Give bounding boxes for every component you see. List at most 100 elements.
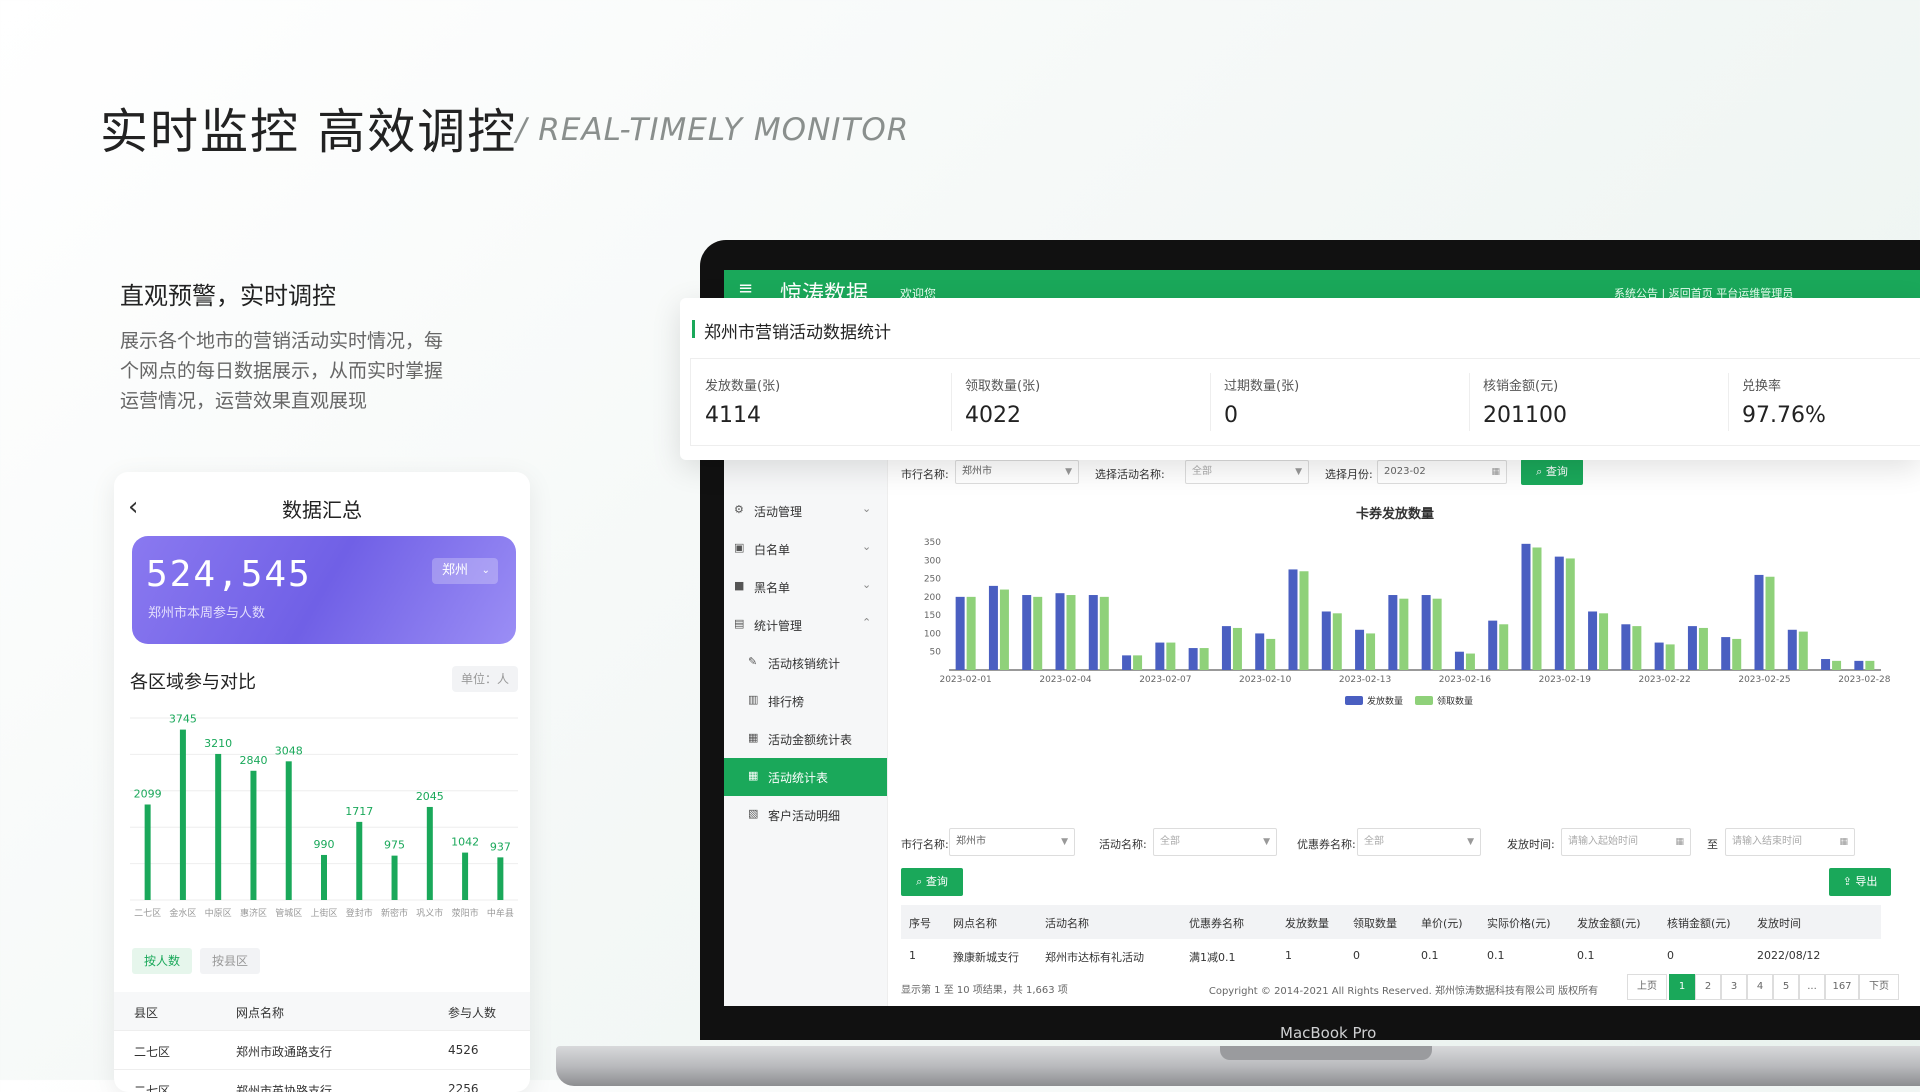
- doc-icon: ▤: [734, 617, 745, 630]
- sidebar-item-ranking[interactable]: ▥ 排行榜: [724, 682, 887, 720]
- x-tick-label: 2023-02-04: [1039, 675, 1092, 685]
- city-label: 市行名称:: [901, 468, 949, 481]
- query-button[interactable]: ⌕ 查询: [901, 868, 963, 896]
- x-tick-label: 荥阳市: [452, 907, 479, 919]
- sidebar-item-writeoff-stats[interactable]: ✎ 活动核销统计: [724, 644, 887, 682]
- sidebar-item-blacklist[interactable]: ■ 黑名单 ⌄: [724, 568, 887, 606]
- sidebar-item-label: 排行榜: [768, 695, 805, 709]
- table-header-cell: 县区: [134, 1006, 159, 1020]
- table-header-row: 县区 网点名称 参与人数: [114, 992, 530, 1031]
- stat-writeoff-amount: 核销金额(元) 201100: [1469, 359, 1728, 445]
- city-select[interactable]: 郑州 ⌄: [432, 558, 498, 584]
- bar: [1532, 547, 1542, 670]
- y-tick-label: 150: [924, 611, 941, 621]
- query-button[interactable]: ⌕ 查询: [1521, 459, 1583, 485]
- issued-coupons-chart: 卡券发放数量 350 300 250 200 150 100 50 2023-02-01 2023…: [924, 506, 1891, 707]
- sidebar-item-whitelist[interactable]: ▣ 白名单 ⌄: [724, 530, 887, 568]
- time-label: 发放时间:: [1507, 838, 1555, 851]
- tab-by-people[interactable]: 按人数: [132, 948, 193, 974]
- device-label: MacBook Pro: [1280, 1024, 1377, 1042]
- table-header-cell: 活动名称: [1045, 917, 1089, 930]
- month-picker-value: 2023-02: [1384, 466, 1426, 477]
- legend-label: 发放数量: [1367, 695, 1403, 707]
- table-header-cell: 参与人数: [448, 1006, 497, 1020]
- sidebar-item-label: 活动金额统计表: [768, 733, 853, 747]
- month-picker[interactable]: 2023-02 ▦: [1377, 460, 1507, 484]
- calendar-icon: ▦: [1491, 467, 1500, 477]
- sidebar-item-amount-stats[interactable]: ▦ 活动金额统计表: [724, 720, 887, 758]
- table-cell: 郑州市达标有礼活动: [1045, 951, 1144, 964]
- search-icon: ⌕: [916, 875, 926, 888]
- intro-line: 运营情况，运营效果直观展现: [120, 390, 368, 412]
- activity-select-value: 全部: [1160, 836, 1180, 847]
- stat-value: 4114: [705, 403, 761, 428]
- chart-title: 卡券发放数量: [1356, 506, 1434, 522]
- table-cell: 二七区: [134, 1045, 171, 1059]
- sidebar-item-label: 黑名单: [754, 581, 791, 595]
- table-row[interactable]: 二七区 郑州市英协路支行 2256: [114, 1070, 530, 1092]
- caret-down-icon: ▼: [1061, 837, 1068, 847]
- sidebar-item-activity[interactable]: ⚙ 活动管理 ⌄: [724, 492, 887, 530]
- table-cell: 0.1: [1421, 949, 1439, 962]
- sidebar-item-label: 统计管理: [754, 619, 803, 633]
- sidebar-item-label: 活动核销统计: [768, 657, 841, 671]
- table-row[interactable]: 二七区 郑州市政通路支行 4526: [114, 1031, 530, 1070]
- bar: [1255, 633, 1265, 670]
- activity-select[interactable]: 全部 ▼: [1185, 460, 1309, 484]
- data-label: 3210: [204, 737, 232, 750]
- legend-label: 领取数量: [1437, 695, 1473, 707]
- chevron-up-icon: ⌃: [862, 616, 872, 629]
- table-row[interactable]: 1 豫康新城支行 郑州市达标有礼活动 满1减0.1 1 0 0.1 0.1 0.…: [901, 939, 1881, 973]
- coupon-select[interactable]: 全部 ▼: [1357, 828, 1481, 856]
- y-tick-label: 200: [924, 593, 941, 603]
- stat-value: 201100: [1483, 403, 1567, 428]
- stat-value: 0: [1224, 403, 1238, 428]
- stat-label: 过期数量(张): [1224, 379, 1300, 394]
- bar: [1066, 595, 1076, 670]
- stats-box: 发放数量(张) 4114 领取数量(张) 4022 过期数量(张) 0 核销金额…: [690, 358, 1920, 446]
- bar: [426, 806, 433, 900]
- bar: [1698, 627, 1708, 670]
- city-select[interactable]: 郑州市 ▼: [949, 828, 1075, 856]
- chevron-down-icon: ⌄: [481, 565, 490, 576]
- city-select-value: 郑州市: [962, 466, 992, 477]
- bar: [1055, 593, 1065, 670]
- sidebar-item-activity-stats[interactable]: ▦ 活动统计表: [724, 758, 887, 796]
- stat-value: 4022: [965, 403, 1021, 428]
- sidebar-item-stats[interactable]: ▤ 统计管理 ⌃: [724, 606, 887, 644]
- bar: [1565, 558, 1575, 670]
- table-header-cell: 发放时间: [1757, 917, 1801, 930]
- end-time-input[interactable]: 请输入结束时间 ▦: [1725, 828, 1855, 856]
- bar: [1854, 660, 1864, 670]
- bar: [1721, 637, 1731, 670]
- start-time-input[interactable]: 请输入起始时间 ▦: [1561, 828, 1691, 856]
- stat-label: 领取数量(张): [965, 379, 1041, 394]
- bar: [988, 585, 998, 670]
- bar: [1232, 627, 1242, 670]
- bar: [1488, 620, 1498, 670]
- x-tick-label: 2023-02-16: [1439, 675, 1492, 685]
- export-button[interactable]: ⇪ 导出: [1829, 868, 1891, 896]
- caret-down-icon: ▼: [1263, 837, 1270, 847]
- search-icon: ⌕: [1536, 465, 1546, 478]
- activity-select[interactable]: 全部 ▼: [1153, 828, 1277, 856]
- bar: [179, 729, 186, 900]
- mobile-summary-card: ‹ 数据汇总 524,545 郑州市本周参与人数 郑州 ⌄ 各区域参与对比 单位…: [114, 472, 530, 1092]
- bar: [462, 852, 469, 900]
- tab-by-region[interactable]: 按县区: [200, 948, 261, 974]
- month-label: 选择月份:: [1325, 468, 1373, 481]
- bar: [1465, 653, 1475, 670]
- city-select[interactable]: 郑州市 ▼: [955, 460, 1079, 484]
- data-label: 1042: [451, 836, 479, 849]
- bar: [144, 804, 151, 900]
- bar: [1421, 595, 1431, 670]
- sidebar-item-customer-detail[interactable]: ▧ 客户活动明细: [724, 796, 887, 834]
- export-button-label: 导出: [1855, 875, 1878, 888]
- bar: [1332, 613, 1342, 670]
- menu-icon[interactable]: ≡: [738, 278, 753, 299]
- phone-title: 数据汇总: [282, 498, 362, 522]
- data-label: 937: [490, 840, 511, 853]
- table-icon: ▦: [748, 731, 759, 744]
- bar: [1299, 571, 1309, 670]
- table-header-cell: 单价(元): [1421, 917, 1463, 930]
